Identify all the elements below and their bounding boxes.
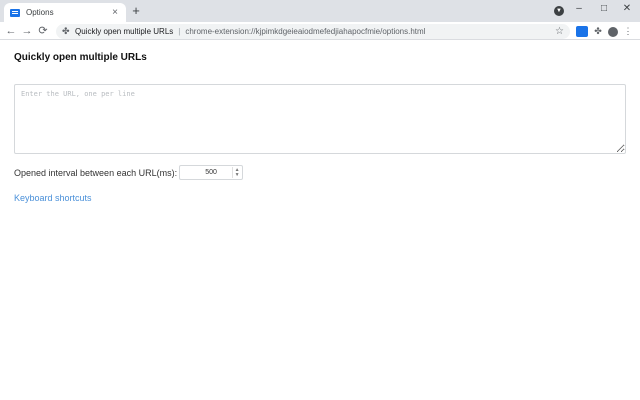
interval-label: Opened interval between each URL(ms): xyxy=(14,167,178,178)
extension-button-icon[interactable] xyxy=(576,26,588,37)
url-list-textarea[interactable] xyxy=(14,84,626,154)
tab-strip: Options × + ▼ – □ ✕ xyxy=(0,0,640,22)
tab-options[interactable]: Options × xyxy=(4,3,126,22)
minimize-button[interactable]: – xyxy=(568,2,590,16)
interval-row: Opened interval between each URL(ms): 50… xyxy=(14,165,244,180)
reload-icon[interactable]: ⟳ xyxy=(36,24,50,38)
forward-icon[interactable]: → xyxy=(20,24,34,38)
tab-close-icon[interactable]: × xyxy=(110,7,120,18)
omnibox-separator: | xyxy=(178,27,181,36)
maximize-button[interactable]: □ xyxy=(593,2,615,16)
interval-spinner[interactable]: ▲ ▼ xyxy=(232,167,241,178)
close-window-button[interactable]: ✕ xyxy=(616,2,638,16)
back-icon[interactable]: ← xyxy=(4,24,18,38)
keyboard-shortcuts-link[interactable]: Keyboard shortcuts xyxy=(14,193,92,203)
omnibox-url: chrome-extension://kjpimkdgeieaiodmefedj… xyxy=(185,27,426,36)
tab-search-icon[interactable]: ▼ xyxy=(554,6,564,16)
new-tab-button[interactable]: + xyxy=(130,4,142,18)
interval-number-input[interactable]: 500 ▲ ▼ xyxy=(179,165,244,180)
profile-avatar-icon[interactable] xyxy=(608,27,618,37)
browser-toolbar: ← → ⟳ ✤ Quickly open multiple URLs | chr… xyxy=(0,22,640,40)
extension-favicon-icon xyxy=(10,8,20,17)
page-title: Quickly open multiple URLs xyxy=(14,52,147,63)
bookmark-star-icon[interactable]: ☆ xyxy=(555,26,564,37)
menu-kebab-icon[interactable]: ⋮ xyxy=(622,26,634,37)
interval-value: 500 xyxy=(205,169,217,176)
spinner-down-icon[interactable]: ▼ xyxy=(235,172,240,178)
extensions-puzzle-icon[interactable]: ✤ xyxy=(592,26,604,37)
tab-title: Options xyxy=(26,8,54,17)
extension-puzzle-icon: ✤ xyxy=(62,26,70,36)
omnibox-site-name: Quickly open multiple URLs xyxy=(75,27,174,36)
address-bar[interactable]: ✤ Quickly open multiple URLs | chrome-ex… xyxy=(56,24,570,39)
